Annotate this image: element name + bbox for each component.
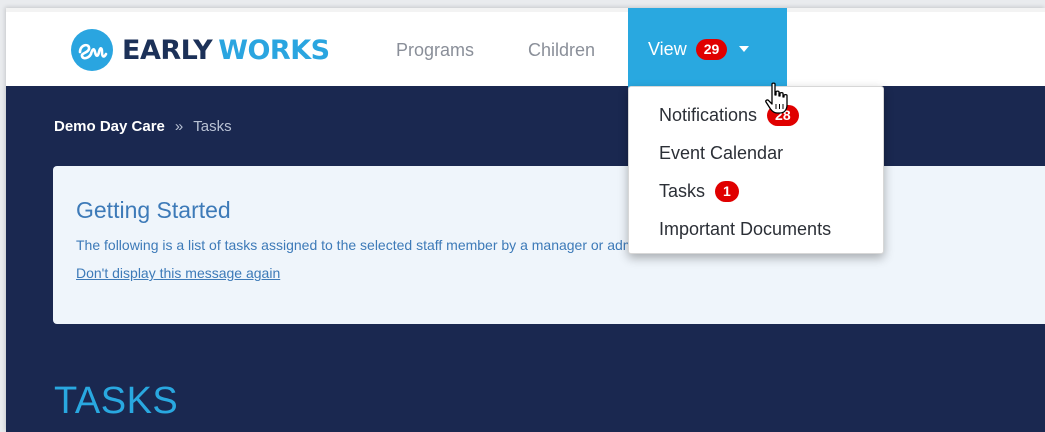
menu-item-notifications[interactable]: Notifications 28	[629, 96, 883, 134]
brand-name: EARLY WORKS	[122, 37, 330, 64]
early-works-logo-icon	[71, 29, 113, 71]
brand-logo[interactable]: EARLY WORKS	[70, 26, 330, 74]
menu-item-tasks[interactable]: Tasks 1	[629, 172, 883, 210]
notifications-count-badge: 28	[767, 104, 799, 126]
brand-name-works: WORKS	[218, 34, 330, 66]
panel-title: Getting Started	[76, 197, 231, 223]
getting-started-panel: Getting Started The following is a list …	[53, 166, 1045, 324]
menu-item-label: Event Calendar	[659, 142, 784, 163]
menu-item-label: Tasks	[659, 180, 706, 201]
panel-description: The following is a list of tasks assigne…	[76, 237, 692, 253]
menu-item-label: Important Documents	[659, 218, 832, 239]
breadcrumb-current: Tasks	[193, 118, 232, 135]
nav-children[interactable]: Children	[528, 38, 595, 62]
nav-view-label: View	[648, 38, 687, 59]
page: EARLY WORKS Programs Children View 29 De…	[6, 8, 1045, 432]
navbar: EARLY WORKS Programs Children View 29	[6, 8, 1045, 90]
dismiss-message-link[interactable]: Don't display this message again	[76, 264, 280, 282]
page-title: TASKS	[54, 380, 179, 422]
brand-name-early: EARLY	[122, 34, 213, 66]
nav-view-dropdown-toggle[interactable]: View 29	[628, 8, 787, 90]
breadcrumb-home[interactable]: Demo Day Care	[54, 118, 165, 135]
nav-programs[interactable]: Programs	[396, 38, 474, 62]
tasks-count-badge: 1	[715, 180, 739, 202]
menu-item-event-calendar[interactable]: Event Calendar	[629, 134, 883, 172]
menu-item-important-documents[interactable]: Important Documents	[629, 210, 883, 248]
view-count-badge: 29	[695, 38, 728, 60]
breadcrumb: Demo Day Care » Tasks	[54, 118, 232, 135]
menu-item-label: Notifications	[659, 104, 758, 125]
caret-down-icon	[739, 46, 750, 52]
breadcrumb-separator-icon: »	[174, 118, 184, 135]
view-dropdown-menu: Notifications 28 Event Calendar Tasks 1 …	[628, 86, 884, 254]
